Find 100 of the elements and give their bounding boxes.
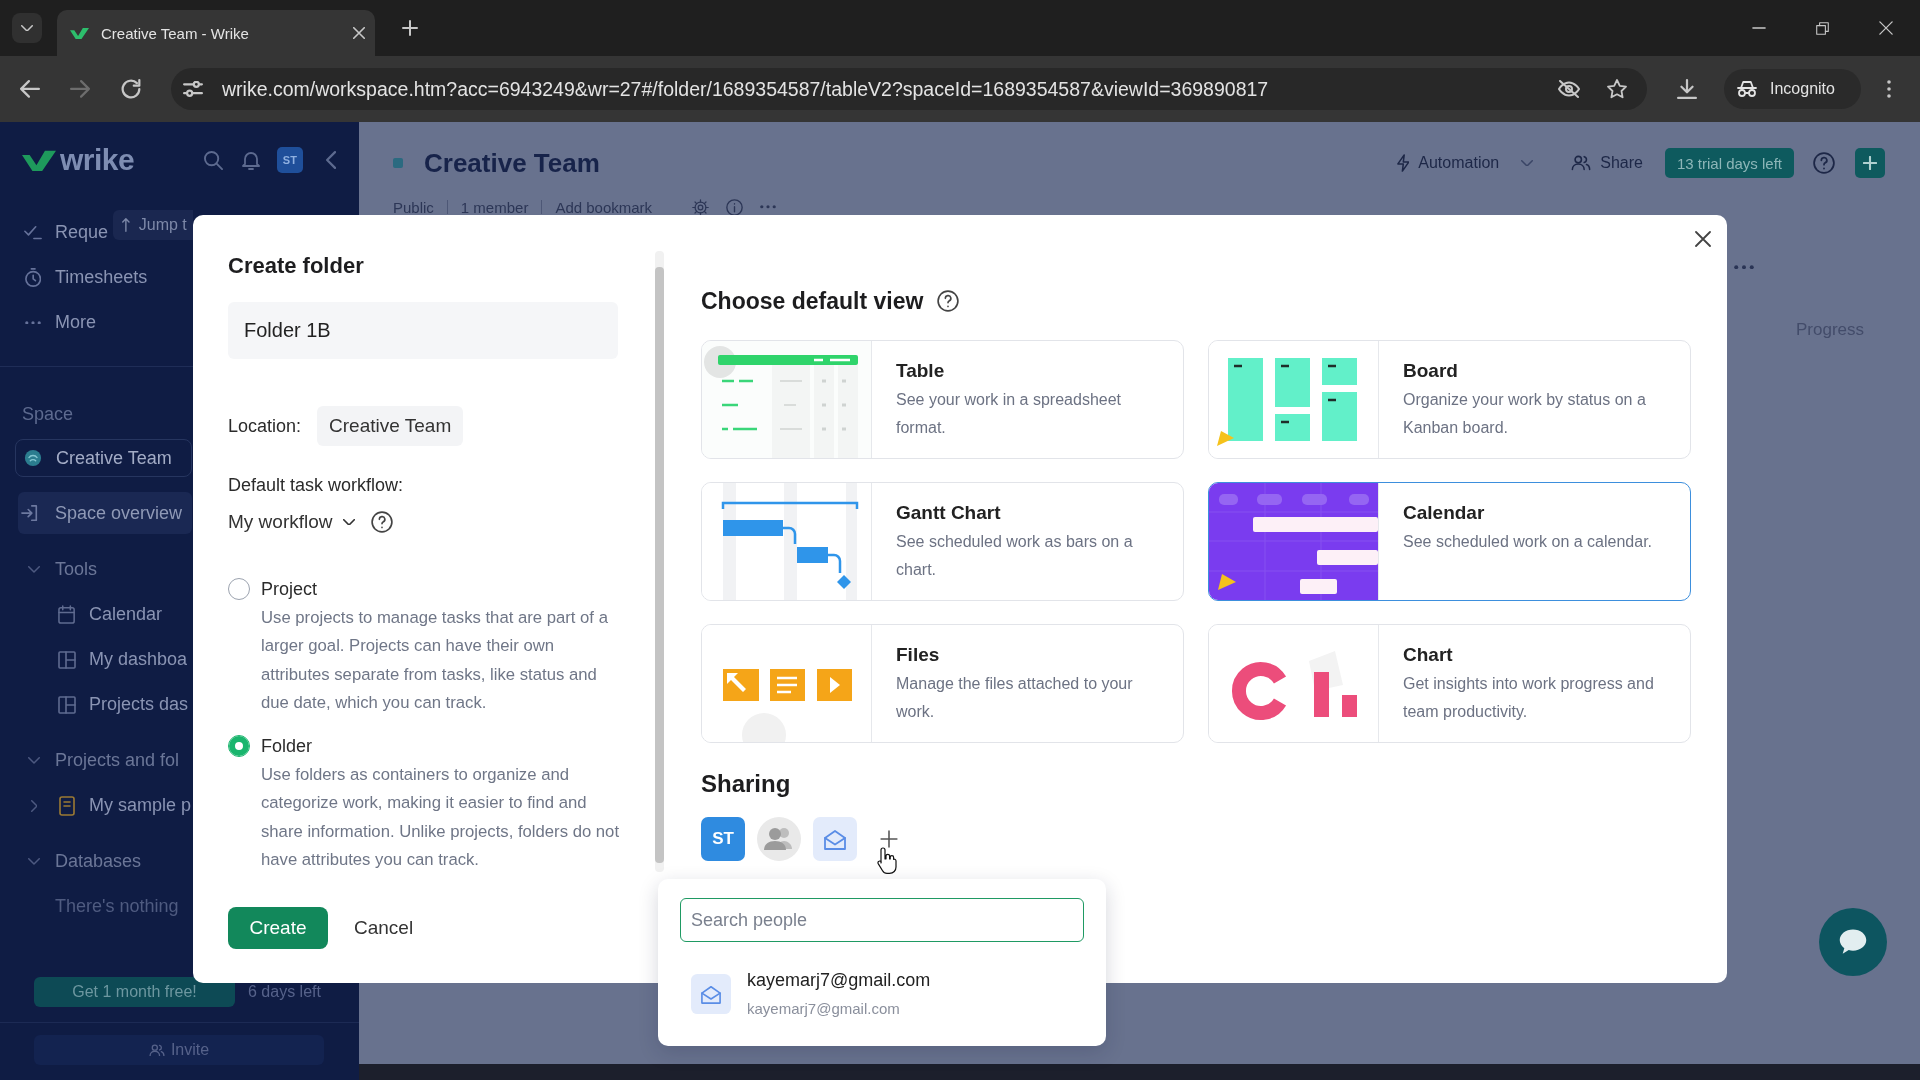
chevron-down-icon[interactable] [28, 858, 40, 865]
cancel-button[interactable]: Cancel [354, 917, 414, 940]
view-description: Get insights into work progress and team productivity. [1403, 674, 1655, 722]
view-title: Gantt Chart [896, 501, 1002, 525]
forward-icon[interactable] [70, 80, 90, 98]
download-icon[interactable] [1677, 79, 1697, 99]
notebook-icon [59, 795, 75, 816]
radio-button[interactable] [228, 735, 250, 758]
share-button[interactable]: Share [1571, 154, 1643, 172]
nav-item[interactable]: Projects das [24, 682, 189, 727]
trial-button[interactable]: 13 trial days left [1664, 148, 1794, 178]
arrow-up-icon [122, 218, 130, 232]
settings-icon[interactable] [692, 198, 710, 216]
person-name[interactable]: kayemarj7@gmail.com [747, 968, 931, 992]
help-icon[interactable] [370, 511, 393, 533]
close-window-icon[interactable] [1879, 21, 1893, 35]
create-button[interactable]: Create [228, 907, 328, 950]
stopwatch-icon [24, 267, 42, 288]
person-email: kayemarj7@gmail.com [747, 999, 901, 1019]
more-icon[interactable] [1734, 264, 1754, 270]
tree-group[interactable]: Tools [24, 547, 98, 592]
bell-icon[interactable] [241, 150, 260, 170]
view-option-card[interactable]: Calendar See scheduled work on a calendar. [1208, 482, 1691, 601]
view-option-card[interactable]: Chart Get insights into work progress and team productivity. [1208, 624, 1691, 743]
chevron-down-icon [342, 518, 355, 526]
nav-item[interactable]: Space overview [18, 492, 192, 534]
new-tab-icon[interactable] [402, 20, 418, 36]
user-avatar: ST [701, 817, 745, 861]
view-option-card[interactable]: Gantt Chart See scheduled work as bars on a chart. [701, 482, 1184, 601]
jump-to-button[interactable]: Jump t [113, 210, 193, 240]
logo-icon [22, 148, 56, 172]
location-chip[interactable]: Creative Team [317, 406, 464, 446]
view-option-card[interactable]: Files Manage the files attached to your work. [701, 624, 1184, 743]
chevron-down-icon[interactable] [28, 757, 40, 764]
tree-group[interactable]: Projects and fol [24, 738, 180, 783]
user-avatar[interactable]: ST [276, 147, 303, 173]
chevron-down-icon[interactable] [28, 566, 40, 573]
field-label: Default task workflow: [228, 474, 405, 497]
view-option-card[interactable]: Board Organize your work by status on a Kanban board. [1208, 340, 1691, 459]
restore-icon[interactable] [1816, 21, 1829, 35]
logo-text: wrike [60, 143, 135, 177]
free-month-button[interactable]: Get 1 month free! [34, 977, 235, 1007]
lightning-icon [1396, 154, 1410, 172]
space-selector[interactable]: Creative Team [15, 439, 192, 477]
bookmark-star-icon[interactable] [1607, 79, 1627, 99]
reload-icon[interactable] [121, 79, 141, 99]
people-icon [148, 1043, 165, 1057]
page-title: Creative Team [424, 147, 600, 179]
info-icon[interactable] [726, 198, 744, 216]
radio-label[interactable]: Folder [261, 735, 313, 757]
calendar-icon [58, 605, 76, 624]
close-icon[interactable] [1695, 231, 1711, 247]
more-icon[interactable] [760, 205, 777, 209]
nav-item[interactable]: My dashboa [24, 637, 188, 682]
view-option-card[interactable]: Table See your work in a spreadsheet format. [701, 340, 1184, 459]
plus-icon [1863, 156, 1877, 170]
incognito-icon [1737, 81, 1757, 97]
name-field[interactable]: Folder 1B [228, 302, 618, 359]
browser-tab[interactable]: Creative Team - Wrike [57, 10, 375, 56]
view-description: See scheduled work on a calendar. [1403, 532, 1654, 552]
search-field[interactable]: Search people [680, 898, 1084, 942]
tab-list-button[interactable] [12, 13, 42, 43]
eye-off-icon[interactable] [1558, 80, 1580, 98]
nav-item[interactable]: Calendar [24, 592, 163, 637]
view-title: Calendar [1403, 501, 1486, 525]
address-bar[interactable]: wrike.com/workspace.htm?acc=6943249&wr=27#/folder/1689354587/tableV2?spaceId=1689354587&viewId=369890817 [171, 68, 1647, 110]
radio-label[interactable]: Project [261, 578, 318, 600]
square-icon [393, 158, 403, 168]
radio-button[interactable] [228, 578, 250, 600]
section-title: Choose default view [701, 287, 924, 315]
search-icon[interactable] [203, 150, 223, 170]
chevron-right-icon[interactable] [30, 799, 38, 812]
nav-item[interactable]: Timesheets [24, 255, 148, 300]
collapse-icon[interactable] [325, 151, 336, 169]
incognito-button[interactable]: Incognito [1724, 69, 1861, 109]
view-title: Table [896, 359, 946, 383]
empty-state-text: There's nothing [55, 896, 179, 917]
checkmark-icon [24, 225, 42, 240]
help-icon[interactable] [937, 290, 960, 312]
envelope-avatar-icon [691, 973, 731, 1014]
section-title: Sharing [701, 769, 792, 799]
section-heading: Space [22, 403, 74, 425]
add-button[interactable] [1855, 148, 1885, 178]
nav-item[interactable]: More [24, 300, 96, 345]
nav-item[interactable]: My sample p [24, 783, 192, 828]
group-avatar-icon [757, 817, 801, 861]
site-settings-icon[interactable] [183, 81, 203, 97]
workflow-dropdown[interactable]: My workflow [228, 511, 355, 533]
view-description: Organize your work by status on a Kanban board. [1403, 390, 1647, 438]
tree-group[interactable]: Databases [24, 839, 142, 884]
back-icon[interactable] [20, 80, 40, 98]
nav-item[interactable]: Reque [24, 210, 109, 255]
view-description: See scheduled work as bars on a chart. [896, 532, 1134, 580]
menu-icon[interactable] [1887, 80, 1891, 98]
checkmark-logo-icon [70, 26, 89, 40]
automation-button[interactable]: Automation [1396, 154, 1500, 172]
field-label: Location: [228, 415, 302, 437]
add-member-icon[interactable] [880, 830, 898, 848]
envelope-avatar-icon [813, 817, 857, 861]
chevron-down-icon [21, 24, 33, 32]
